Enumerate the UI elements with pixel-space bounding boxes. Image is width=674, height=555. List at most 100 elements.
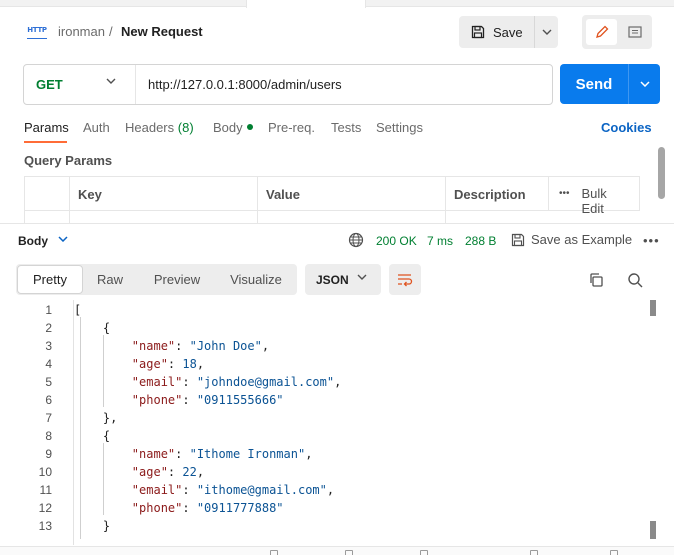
send-button[interactable]: Send xyxy=(560,64,628,104)
tab-headers[interactable]: Headers (8) xyxy=(125,120,194,135)
globe-icon[interactable] xyxy=(348,232,364,248)
footer-icon[interactable] xyxy=(610,550,618,555)
line-number: 9 xyxy=(45,447,52,461)
footer-icon[interactable] xyxy=(270,550,278,555)
tab-pretty[interactable]: Pretty xyxy=(17,265,83,294)
tab-params-label: Params xyxy=(24,120,69,135)
code-line: 3 "name": "John Doe", xyxy=(0,337,660,355)
key-input[interactable]: Key xyxy=(69,211,258,223)
tab-pre-request-label: Pre-req. xyxy=(268,120,315,135)
code-line: 10 "age": 22, xyxy=(0,463,660,481)
indent-guide xyxy=(103,443,104,515)
chevron-down-icon xyxy=(357,274,367,280)
footer-icon[interactable] xyxy=(345,550,353,555)
response-body-label[interactable]: Body xyxy=(18,234,48,248)
tab-auth[interactable]: Auth xyxy=(83,120,110,135)
save-as-example-label: Save as Example xyxy=(531,232,633,247)
body-indicator-dot xyxy=(246,124,253,130)
json-key: "age" xyxy=(131,465,168,479)
request-pane-scrollbar[interactable] xyxy=(658,147,665,199)
search-icon[interactable] xyxy=(627,272,643,288)
table-header-row: Key Value Description ••• Bulk Edit xyxy=(24,177,640,216)
code-text: "email": "ithome@gmail.com", xyxy=(131,483,335,497)
send-options-button[interactable] xyxy=(628,64,660,104)
code-line: 7 }, xyxy=(0,409,660,427)
column-key: Key xyxy=(69,177,258,211)
code-text: "age": 22, xyxy=(131,465,205,479)
code-text: "age": 18, xyxy=(131,357,205,371)
format-select[interactable]: JSON xyxy=(305,264,381,295)
url-bar: GET http://127.0.0.1:8000/admin/users xyxy=(23,64,553,105)
code-line: 9 "name": "Ithome Ironman", xyxy=(0,445,660,463)
response-view-tabs: Pretty Raw Preview Visualize xyxy=(16,264,297,295)
tab-visualize[interactable]: Visualize xyxy=(220,264,292,295)
request-header: HTTP ironman / New Request Save xyxy=(0,8,674,56)
code-scrollbar-top[interactable] xyxy=(650,300,656,316)
http-icon: HTTP xyxy=(27,25,47,39)
json-value: "ithome@gmail.com" xyxy=(196,483,327,497)
description-input[interactable]: Description xyxy=(445,211,549,223)
response-size[interactable]: 288 B xyxy=(465,234,496,248)
save-button-group: Save xyxy=(459,16,558,48)
response-more-icon[interactable]: ••• xyxy=(643,233,660,248)
pencil-icon xyxy=(595,25,608,38)
json-value: 18 xyxy=(182,357,197,371)
line-number: 1 xyxy=(45,303,52,317)
footer-icon[interactable] xyxy=(530,550,538,555)
value-input[interactable]: Value xyxy=(257,211,446,223)
line-number: 3 xyxy=(45,339,52,353)
line-number: 4 xyxy=(45,357,52,371)
method-select[interactable]: GET xyxy=(24,65,136,104)
tab-body-label: Body xyxy=(213,120,243,135)
status-code[interactable]: 200 OK xyxy=(376,234,417,248)
footer-icon[interactable] xyxy=(420,550,428,555)
request-name[interactable]: New Request xyxy=(121,24,203,39)
response-time[interactable]: 7 ms xyxy=(427,234,453,248)
bulk-edit-button[interactable]: Bulk Edit xyxy=(582,186,631,216)
tab-strip xyxy=(0,0,674,8)
tab-tests[interactable]: Tests xyxy=(331,120,361,135)
copy-icon[interactable] xyxy=(588,272,604,288)
bulk-edit-area: ••• Bulk Edit xyxy=(548,177,640,216)
tab-body[interactable]: Body xyxy=(213,120,253,135)
wrap-lines-icon xyxy=(398,273,413,286)
url-input[interactable]: http://127.0.0.1:8000/admin/users xyxy=(148,77,342,92)
line-number: 10 xyxy=(38,465,52,479)
code-scrollbar-bottom[interactable] xyxy=(650,521,656,539)
indent-guide xyxy=(103,335,104,407)
cookies-link[interactable]: Cookies xyxy=(601,120,652,135)
status-footer xyxy=(0,546,674,555)
code-text: "name": "Ithome Ironman", xyxy=(131,447,313,461)
response-body-editor[interactable]: 1[2 {3 "name": "John Doe", 4 "age": 18, 5 … xyxy=(0,300,660,545)
code-text: "phone": "0911777888" xyxy=(131,501,284,515)
breadcrumb-collection[interactable]: ironman xyxy=(58,24,105,39)
json-key: "name" xyxy=(131,339,176,353)
chevron-down-icon[interactable] xyxy=(58,236,68,242)
save-button[interactable]: Save xyxy=(459,16,534,48)
json-value: "John Doe" xyxy=(189,339,262,353)
save-label: Save xyxy=(493,24,523,40)
code-line: 11 "email": "ithome@gmail.com", xyxy=(0,481,660,499)
method-label: GET xyxy=(36,77,63,92)
wrap-lines-button[interactable] xyxy=(389,264,421,295)
more-options-icon[interactable]: ••• xyxy=(559,186,570,211)
tab-preview[interactable]: Preview xyxy=(144,264,210,295)
save-options-button[interactable] xyxy=(534,16,558,48)
send-button-group: Send xyxy=(560,64,660,104)
line-number: 7 xyxy=(45,411,52,425)
active-request-tab[interactable] xyxy=(246,0,366,8)
column-value: Value xyxy=(257,177,446,211)
json-value: "Ithome Ironman" xyxy=(189,447,306,461)
json-value: "0911777888" xyxy=(196,501,284,515)
line-number: 6 xyxy=(45,393,52,407)
save-as-example-button[interactable]: Save as Example xyxy=(511,232,632,247)
tab-pre-request[interactable]: Pre-req. xyxy=(268,120,315,135)
tab-settings[interactable]: Settings xyxy=(376,120,423,135)
documentation-mode-button[interactable] xyxy=(619,19,650,45)
table-row: Key Value Description xyxy=(24,211,640,223)
tab-params[interactable]: Params xyxy=(24,120,69,135)
response-bar: Body 200 OK 7 ms 288 B Save as Example •… xyxy=(0,224,674,258)
edit-mode-button[interactable] xyxy=(586,19,617,45)
tab-raw[interactable]: Raw xyxy=(86,264,134,295)
row-checkbox[interactable] xyxy=(24,211,70,223)
